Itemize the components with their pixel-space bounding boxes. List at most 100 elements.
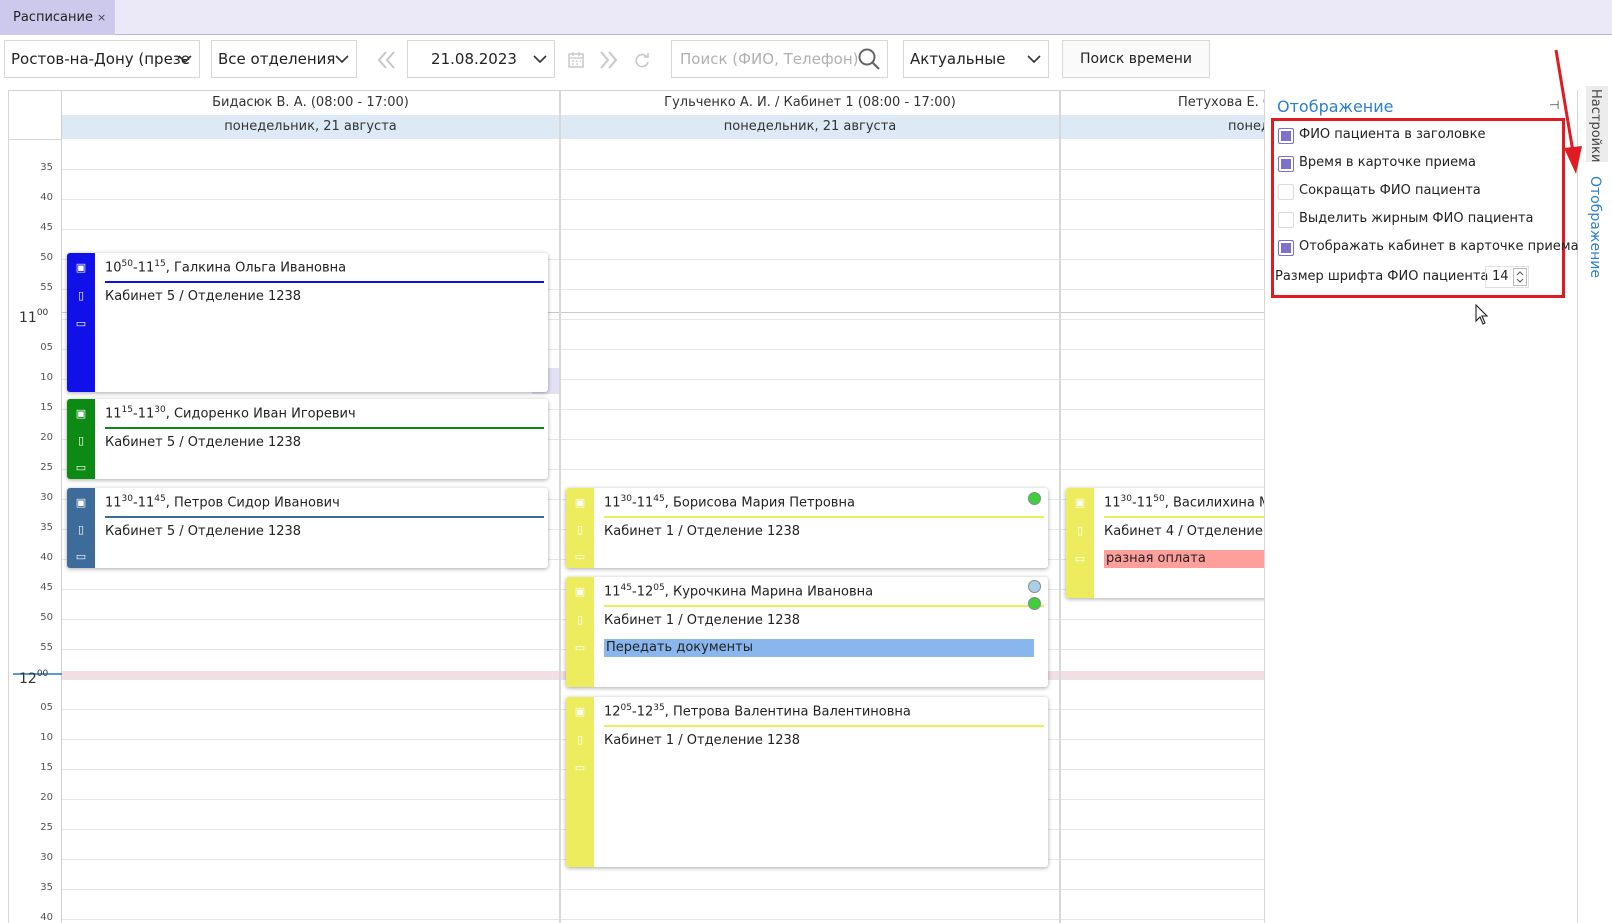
appointment-card[interactable]: ▣ ▯ ▭ 1145-1205, Курочкина Марина Иванов… <box>566 577 1048 687</box>
title-underline <box>105 427 544 429</box>
hour-label-11: 1100 <box>19 308 49 326</box>
time-label: 35 <box>40 522 53 533</box>
document-icon[interactable]: ▯ <box>573 733 587 747</box>
slot-line <box>1061 379 1264 380</box>
tab-label: Расписание <box>13 10 93 25</box>
checkbox-bold-name[interactable] <box>1278 212 1294 228</box>
refresh-icon[interactable] <box>633 51 651 69</box>
time-label: 30 <box>40 852 53 863</box>
slot-line <box>1061 739 1264 740</box>
appointment-color-bar: ▣ ▯ ▭ <box>67 253 95 392</box>
mouse-cursor-icon <box>1475 304 1489 325</box>
patient-card-icon[interactable]: ▣ <box>74 261 88 275</box>
slot-line <box>561 289 1059 290</box>
slot-line <box>1061 229 1264 230</box>
checkbox-show-room[interactable] <box>1278 240 1294 256</box>
time-label: 05 <box>40 342 53 353</box>
checkbox-name-in-title[interactable] <box>1278 128 1294 144</box>
comment-icon[interactable]: ▭ <box>1073 552 1087 566</box>
tab-schedule[interactable]: Расписание × <box>0 0 115 35</box>
appointment-title: 1205-1235, Петрова Валентина Валентиновн… <box>604 703 911 720</box>
search-input[interactable]: Поиск (ФИО, Телефон) <box>671 40 888 78</box>
time-label: 10 <box>40 732 53 743</box>
patient-card-icon[interactable]: ▣ <box>573 496 587 510</box>
slot-line <box>561 889 1059 890</box>
option-label: ФИО пациента в заголовке <box>1299 127 1486 142</box>
comment-icon[interactable]: ▭ <box>573 550 587 564</box>
comment-icon[interactable]: ▭ <box>573 641 587 655</box>
time-label: 55 <box>40 642 53 653</box>
patient-card-icon[interactable]: ▣ <box>573 705 587 719</box>
slot-line <box>561 169 1059 170</box>
side-tab-settings[interactable]: Настройки <box>1586 86 1608 162</box>
time-label: 20 <box>40 792 53 803</box>
slot-line <box>1061 799 1264 800</box>
status-filter-value: Актуальные <box>910 50 1006 68</box>
comment-icon[interactable]: ▭ <box>74 317 88 331</box>
column-date: понедельник, 21 августа <box>62 115 559 139</box>
location-select[interactable]: Ростов-на-Дону (презе <box>4 40 200 78</box>
slot-line <box>561 409 1059 410</box>
department-select[interactable]: Все отделения <box>211 40 357 78</box>
hour-label-12: 1200 <box>19 669 49 687</box>
tab-bar: Расписание × <box>0 0 1612 35</box>
slot-line <box>1061 679 1264 680</box>
find-time-button[interactable]: Поиск времени <box>1062 40 1210 78</box>
font-size-spinner[interactable]: 14 <box>1485 266 1529 288</box>
patient-card-icon[interactable]: ▣ <box>74 496 88 510</box>
checkbox-time-in-card[interactable] <box>1278 156 1294 172</box>
spin-arrows-icon[interactable] <box>1513 268 1527 286</box>
document-icon[interactable]: ▯ <box>74 434 88 448</box>
location-value: Ростов-на-Дону (презе <box>11 50 191 68</box>
comment-icon[interactable]: ▭ <box>573 761 587 775</box>
tab-close-icon[interactable]: × <box>97 0 106 35</box>
time-label: 35 <box>40 162 53 173</box>
slot-line <box>62 859 559 860</box>
checkbox-shorten-name[interactable] <box>1278 184 1294 200</box>
slot-line <box>1061 649 1264 650</box>
patient-card-icon[interactable]: ▣ <box>573 585 587 599</box>
date-picker[interactable]: 21.08.2023 <box>407 40 555 78</box>
patient-card-icon[interactable]: ▣ <box>1073 496 1087 510</box>
slot-line <box>62 709 559 710</box>
title-underline <box>105 516 544 518</box>
slot-line <box>1061 199 1264 200</box>
appointment-card[interactable]: ▣ ▯ ▭ 1130-1150, Василихина Ма Кабинет 4… <box>1066 488 1264 598</box>
time-label: 40 <box>40 192 53 203</box>
document-icon[interactable]: ▯ <box>573 523 587 537</box>
document-icon[interactable]: ▯ <box>573 613 587 627</box>
comment-icon[interactable]: ▭ <box>74 461 88 475</box>
side-tab-settings-label: Настройки <box>1588 89 1603 163</box>
appointment-card[interactable]: ▣ ▯ ▭ 1205-1235, Петрова Валентина Вален… <box>566 697 1048 867</box>
schedule-grid: 35 40 45 50 55 1100 05 10 15 20 25 30 35… <box>8 90 1264 923</box>
appointment-note: Передать документы <box>604 639 1034 657</box>
slot-line <box>561 919 1059 920</box>
document-icon[interactable]: ▯ <box>74 289 88 303</box>
title-underline <box>604 516 1044 518</box>
option-label: Отображать кабинет в карточке приема <box>1299 239 1579 254</box>
status-dot-info <box>1028 580 1041 593</box>
option-label: Сокращать ФИО пациента <box>1299 183 1481 198</box>
title-underline <box>604 725 1044 727</box>
appointment-card[interactable]: ▣ ▯ ▭ 1130-1145, Борисова Мария Петровна… <box>566 488 1048 568</box>
patient-card-icon[interactable]: ▣ <box>74 407 88 421</box>
document-icon[interactable]: ▯ <box>74 523 88 537</box>
appointment-room: Кабинет 1 / Отделение 1238 <box>604 613 801 628</box>
side-tab-display[interactable]: Отображение <box>1584 176 1608 278</box>
appointment-card[interactable]: ▣ ▯ ▭ 1115-1130, Сидоренко Иван Игоревич… <box>67 399 548 479</box>
comment-icon[interactable]: ▭ <box>74 550 88 564</box>
search-icon[interactable] <box>857 47 881 71</box>
column-header: Гульченко А. И. / Кабинет 1 (08:00 - 17:… <box>664 95 956 110</box>
side-tabs: Настройки Отображение <box>1578 84 1612 923</box>
slot-line <box>1061 289 1264 290</box>
appointment-card[interactable]: ▣ ▯ ▭ 1050-1115, Галкина Ольга Ивановна … <box>67 253 548 392</box>
chevron-down-icon <box>335 55 349 64</box>
slot-line <box>1061 829 1264 830</box>
next-day-icon[interactable] <box>597 50 619 70</box>
prev-day-icon[interactable] <box>376 50 398 70</box>
calendar-icon[interactable] <box>567 51 585 69</box>
document-icon[interactable]: ▯ <box>1073 524 1087 538</box>
appointment-card[interactable]: ▣ ▯ ▭ 1130-1145, Петров Сидор Иванович К… <box>67 488 548 568</box>
date-value: 21.08.2023 <box>431 50 517 68</box>
status-filter-select[interactable]: Актуальные <box>903 40 1049 78</box>
